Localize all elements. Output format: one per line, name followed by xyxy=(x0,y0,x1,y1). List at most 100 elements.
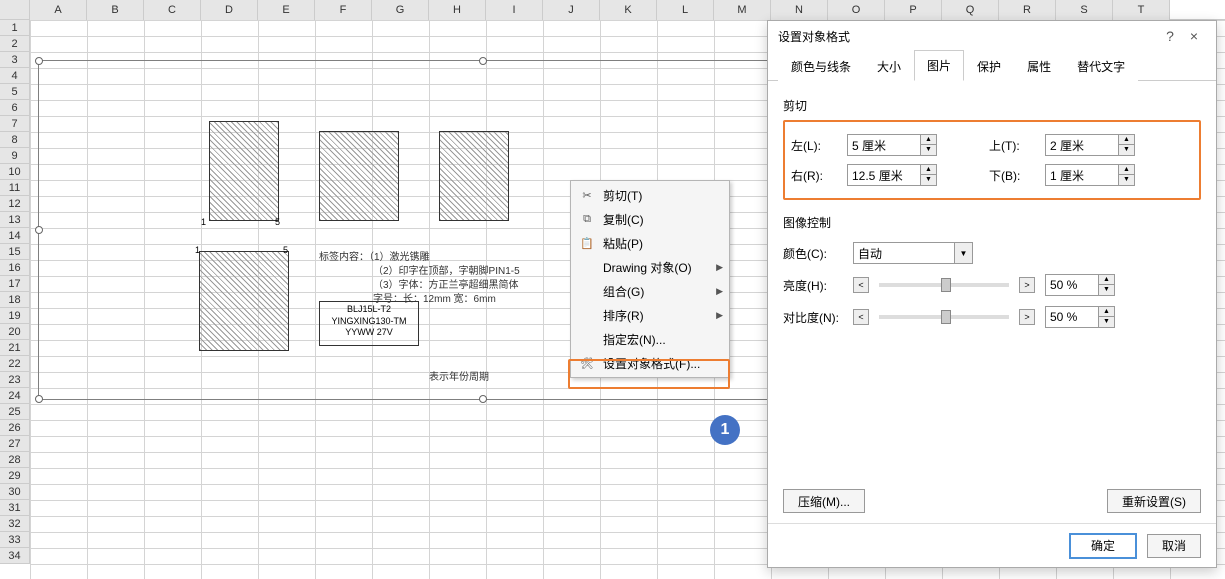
contrast-field[interactable] xyxy=(1046,310,1098,324)
spin-down-icon[interactable]: ▼ xyxy=(921,175,936,185)
column-header[interactable]: Q xyxy=(942,0,999,20)
slider-decrease[interactable]: < xyxy=(853,277,869,293)
crop-left-field[interactable] xyxy=(848,138,920,152)
chevron-down-icon[interactable]: ▼ xyxy=(954,243,972,263)
row-header[interactable]: 23 xyxy=(0,372,30,388)
brightness-value-input[interactable]: ▲▼ xyxy=(1045,274,1115,296)
dialog-titlebar[interactable]: 设置对象格式 ? × xyxy=(768,21,1216,51)
row-header[interactable]: 1 xyxy=(0,20,30,36)
crop-left-input[interactable]: ▲▼ xyxy=(847,134,937,156)
crop-right-field[interactable] xyxy=(848,168,920,182)
crop-top-field[interactable] xyxy=(1046,138,1118,152)
resize-handle[interactable] xyxy=(479,57,487,65)
cancel-button[interactable]: 取消 xyxy=(1147,534,1201,558)
row-header[interactable]: 15 xyxy=(0,244,30,260)
column-header[interactable]: T xyxy=(1113,0,1170,20)
row-header[interactable]: 19 xyxy=(0,308,30,324)
spin-down-icon[interactable]: ▼ xyxy=(1119,175,1134,185)
tab-size[interactable]: 大小 xyxy=(864,51,914,81)
column-header[interactable]: C xyxy=(144,0,201,20)
column-header[interactable]: P xyxy=(885,0,942,20)
column-header[interactable]: L xyxy=(657,0,714,20)
row-header[interactable]: 31 xyxy=(0,500,30,516)
row-header[interactable]: 20 xyxy=(0,324,30,340)
crop-right-input[interactable]: ▲▼ xyxy=(847,164,937,186)
column-header[interactable]: J xyxy=(543,0,600,20)
ctx-cut[interactable]: ✂ 剪切(T) xyxy=(573,183,727,207)
slider-increase[interactable]: > xyxy=(1019,309,1035,325)
color-combo[interactable]: 自动 ▼ xyxy=(853,242,973,264)
brightness-slider[interactable] xyxy=(879,277,1009,293)
row-header[interactable]: 10 xyxy=(0,164,30,180)
ctx-group[interactable]: 组合(G) ▶ xyxy=(573,279,727,303)
spin-down-icon[interactable]: ▼ xyxy=(1119,145,1134,155)
row-header[interactable]: 4 xyxy=(0,68,30,84)
spin-up-icon[interactable]: ▲ xyxy=(1099,307,1114,317)
tab-protection[interactable]: 保护 xyxy=(964,51,1014,81)
spin-down-icon[interactable]: ▼ xyxy=(1099,285,1114,295)
tab-properties[interactable]: 属性 xyxy=(1014,51,1064,81)
column-header[interactable]: S xyxy=(1056,0,1113,20)
row-header[interactable]: 2 xyxy=(0,36,30,52)
help-button[interactable]: ? xyxy=(1158,28,1182,44)
select-all-corner[interactable] xyxy=(0,0,30,20)
column-header[interactable]: K xyxy=(600,0,657,20)
column-header[interactable]: E xyxy=(258,0,315,20)
column-header[interactable]: N xyxy=(771,0,828,20)
spin-up-icon[interactable]: ▲ xyxy=(921,165,936,175)
column-header[interactable]: M xyxy=(714,0,771,20)
spin-up-icon[interactable]: ▲ xyxy=(921,135,936,145)
crop-bottom-field[interactable] xyxy=(1046,168,1118,182)
row-header[interactable]: 17 xyxy=(0,276,30,292)
row-header[interactable]: 11 xyxy=(0,180,30,196)
slider-thumb[interactable] xyxy=(941,278,951,292)
row-header[interactable]: 24 xyxy=(0,388,30,404)
resize-handle[interactable] xyxy=(35,226,43,234)
row-header[interactable]: 21 xyxy=(0,340,30,356)
row-header[interactable]: 27 xyxy=(0,436,30,452)
column-header[interactable]: H xyxy=(429,0,486,20)
slider-thumb[interactable] xyxy=(941,310,951,324)
row-header[interactable]: 33 xyxy=(0,532,30,548)
column-header[interactable]: B xyxy=(87,0,144,20)
spin-up-icon[interactable]: ▲ xyxy=(1099,275,1114,285)
resize-handle[interactable] xyxy=(479,395,487,403)
row-header[interactable]: 7 xyxy=(0,116,30,132)
row-header[interactable]: 30 xyxy=(0,484,30,500)
row-header[interactable]: 5 xyxy=(0,84,30,100)
resize-handle[interactable] xyxy=(35,395,43,403)
close-button[interactable]: × xyxy=(1182,28,1206,44)
ctx-paste[interactable]: 📋 粘贴(P) xyxy=(573,231,727,255)
ctx-order[interactable]: 排序(R) ▶ xyxy=(573,303,727,327)
reset-button[interactable]: 重新设置(S) xyxy=(1107,489,1201,513)
tab-alt-text[interactable]: 替代文字 xyxy=(1064,51,1138,81)
row-header[interactable]: 12 xyxy=(0,196,30,212)
spin-up-icon[interactable]: ▲ xyxy=(1119,135,1134,145)
resize-handle[interactable] xyxy=(35,57,43,65)
brightness-field[interactable] xyxy=(1046,278,1098,292)
contrast-slider[interactable] xyxy=(879,309,1009,325)
ok-button[interactable]: 确定 xyxy=(1069,533,1137,559)
column-header[interactable]: A xyxy=(30,0,87,20)
column-header[interactable]: D xyxy=(201,0,258,20)
slider-increase[interactable]: > xyxy=(1019,277,1035,293)
crop-top-input[interactable]: ▲▼ xyxy=(1045,134,1135,156)
row-header[interactable]: 14 xyxy=(0,228,30,244)
spin-down-icon[interactable]: ▼ xyxy=(921,145,936,155)
contrast-value-input[interactable]: ▲▼ xyxy=(1045,306,1115,328)
column-header[interactable]: G xyxy=(372,0,429,20)
ctx-drawing-object[interactable]: Drawing 对象(O) ▶ xyxy=(573,255,727,279)
ctx-copy[interactable]: ⧉ 复制(C) xyxy=(573,207,727,231)
column-header[interactable]: I xyxy=(486,0,543,20)
row-header[interactable]: 13 xyxy=(0,212,30,228)
row-header[interactable]: 16 xyxy=(0,260,30,276)
slider-decrease[interactable]: < xyxy=(853,309,869,325)
row-header[interactable]: 6 xyxy=(0,100,30,116)
row-header[interactable]: 25 xyxy=(0,404,30,420)
compress-button[interactable]: 压缩(M)... xyxy=(783,489,865,513)
row-header[interactable]: 9 xyxy=(0,148,30,164)
ctx-assign-macro[interactable]: 指定宏(N)... xyxy=(573,327,727,351)
spin-up-icon[interactable]: ▲ xyxy=(1119,165,1134,175)
spin-down-icon[interactable]: ▼ xyxy=(1099,317,1114,327)
column-header[interactable]: O xyxy=(828,0,885,20)
